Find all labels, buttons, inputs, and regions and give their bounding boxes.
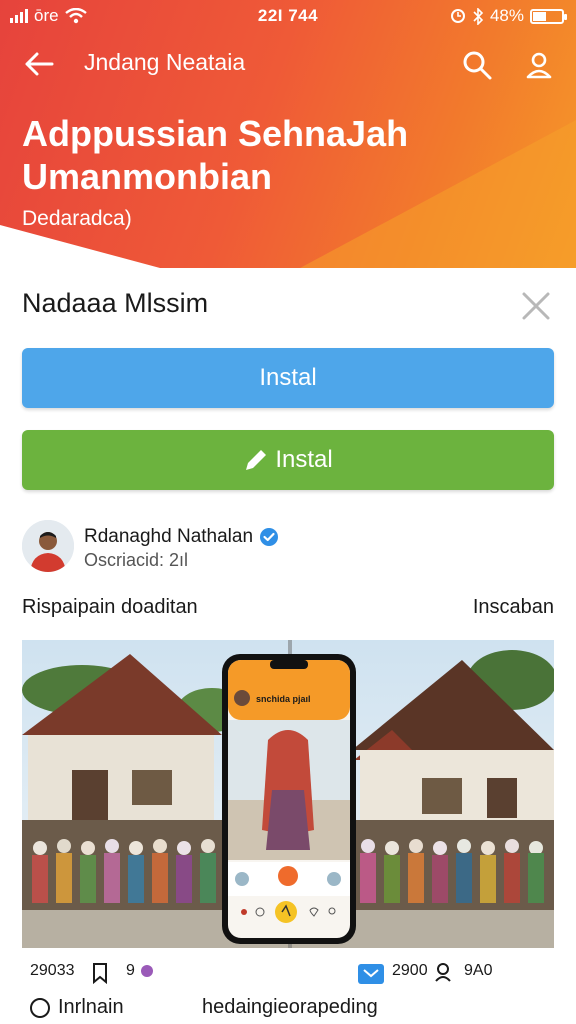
bluetooth-icon xyxy=(473,7,484,25)
avatar-image xyxy=(22,520,74,572)
alarm-icon xyxy=(450,9,465,23)
sheet-title: Nadaaa Mlssim xyxy=(22,288,209,318)
user-icon[interactable] xyxy=(522,48,556,82)
author-row[interactable]: Rdanaghd Nathalan Oscriacid: 2ıl xyxy=(22,520,554,576)
bookmark-icon[interactable] xyxy=(92,962,108,984)
avatar[interactable] xyxy=(22,520,74,572)
hero-title: Adppussian SehnaJah Umanmonbian xyxy=(22,113,409,197)
battery-percent: 48% xyxy=(489,6,524,25)
section-right-link[interactable]: Inscaban xyxy=(473,596,554,619)
option-radio[interactable]: Inrlnain xyxy=(30,996,124,1019)
section-left-label: Rispaipain doaditan xyxy=(22,596,198,618)
radio-icon xyxy=(30,997,50,1018)
stat-likes-count: 9 xyxy=(126,962,135,979)
author-meta: Oscriacid: 2ıl xyxy=(84,550,189,570)
install-edit-button-label: Instal xyxy=(275,446,333,473)
bottom-row: Inrlnain hedaingieorapeding xyxy=(22,994,554,1024)
option-label: Inrlnain xyxy=(58,996,124,1018)
bottom-text: hedaingieorapeding xyxy=(202,996,378,1018)
stat-likes[interactable]: 9 xyxy=(126,962,154,980)
battery-icon xyxy=(530,8,567,24)
back-arrow-icon[interactable] xyxy=(22,50,56,78)
stat-saves-count: 9A0 xyxy=(464,962,493,979)
post-stats-bar: 29033 9 2900 9A0 xyxy=(22,952,554,994)
village-scene: snchida pjaıl xyxy=(22,640,554,948)
status-bar: ōre 22I 744 48% xyxy=(0,0,576,34)
comment-icon[interactable] xyxy=(358,964,384,984)
stat-shares: 2900 xyxy=(392,962,428,980)
post-image[interactable]: snchida pjaıl xyxy=(22,640,554,948)
stat-views-count: 29033 xyxy=(30,962,75,979)
author-name: Rdanaghd Nathalan xyxy=(84,526,254,547)
stat-shares-count: 2900 xyxy=(392,962,428,979)
author-name-wrap: Rdanaghd Nathalan xyxy=(84,526,279,548)
profile-icon[interactable] xyxy=(434,962,452,982)
hero-header: ōre 22I 744 48% Jndang Neataia Adppussia… xyxy=(0,0,576,268)
stat-saves: 9A0 xyxy=(464,962,492,980)
heart-icon xyxy=(140,965,153,977)
install-edit-button[interactable]: Instal xyxy=(22,430,554,490)
install-button[interactable]: Instal xyxy=(22,348,554,408)
verified-icon xyxy=(260,528,279,546)
hero-subtitle: Dedaradca) xyxy=(22,207,132,230)
search-icon[interactable] xyxy=(460,48,494,82)
app-bar-title: Jndang Neataia xyxy=(84,49,246,75)
install-button-label: Instal xyxy=(259,364,317,391)
close-icon[interactable] xyxy=(518,288,554,324)
stat-views: 29033 xyxy=(30,962,75,980)
app-bar: Jndang Neataia xyxy=(0,40,576,88)
pencil-icon xyxy=(246,450,267,470)
phone-mock-header: snchida pjaıl xyxy=(256,694,311,704)
